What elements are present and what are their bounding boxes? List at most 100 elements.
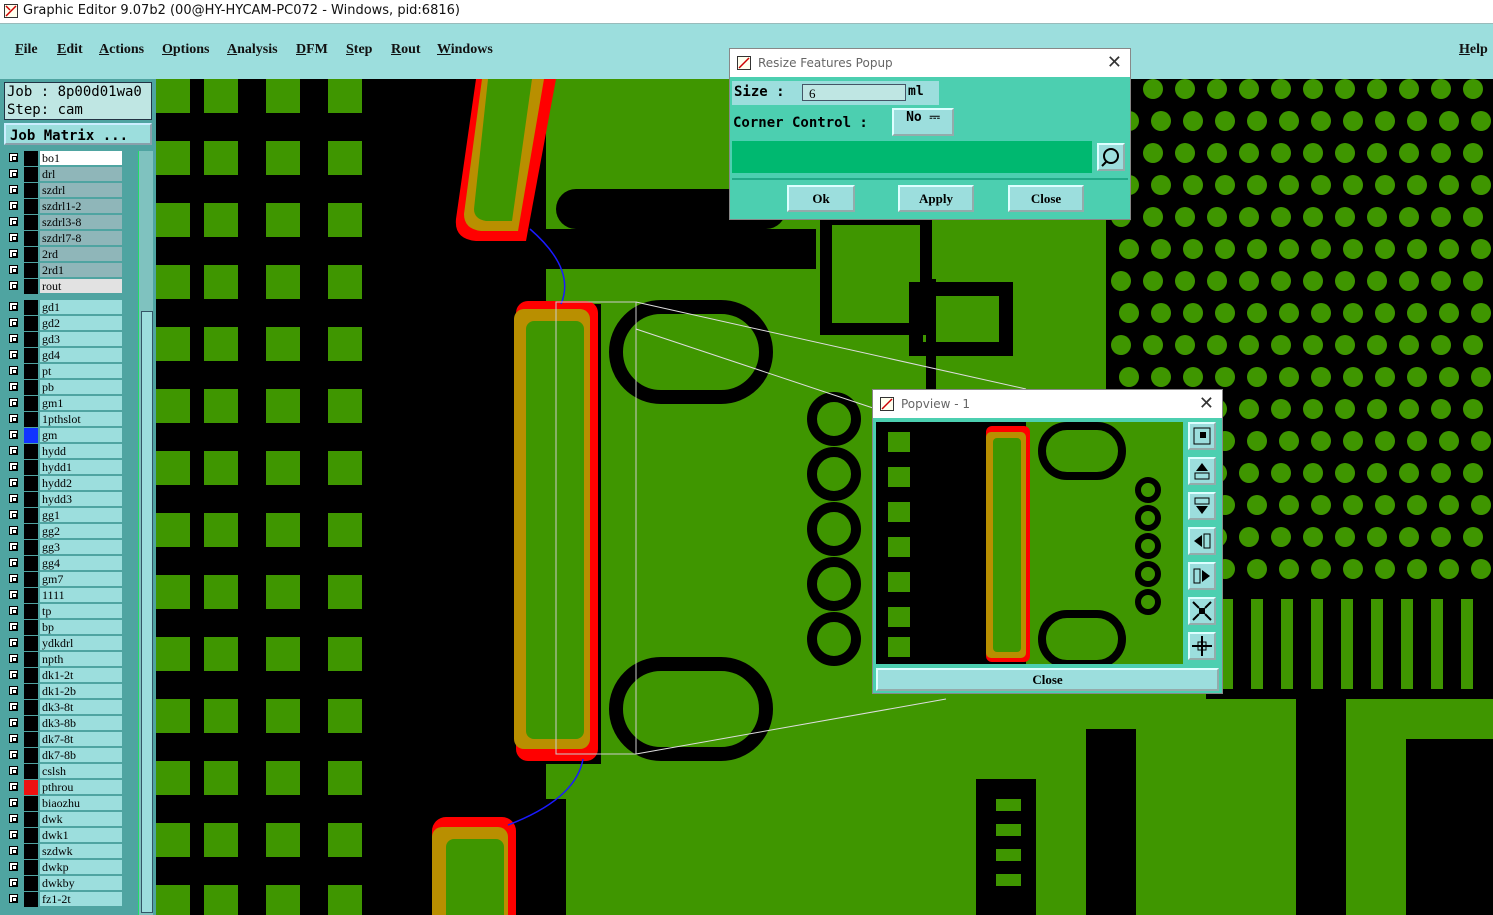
menu-file[interactable]: File [15, 42, 38, 58]
layer-checkbox[interactable] [9, 185, 18, 194]
layer-checkbox[interactable] [9, 169, 18, 178]
layer-name[interactable]: dk3-8t [40, 700, 122, 714]
layer-checkbox[interactable] [9, 638, 18, 647]
pan-up-icon[interactable] [1188, 457, 1216, 485]
layer-row[interactable]: 1111 [6, 588, 124, 603]
layer-list-scrollbar[interactable] [138, 151, 153, 915]
close-button[interactable]: Close [1008, 185, 1084, 212]
layer-name[interactable]: gg1 [40, 508, 122, 522]
layer-checkbox[interactable] [9, 281, 18, 290]
layer-row[interactable]: hydd1 [6, 460, 124, 475]
layer-row[interactable]: ydkdrl [6, 636, 124, 651]
layer-checkbox[interactable] [9, 734, 18, 743]
job-matrix-button[interactable]: Job Matrix ... [4, 123, 152, 145]
popview-close-button[interactable]: Close [876, 668, 1219, 691]
layer-checkbox[interactable] [9, 558, 18, 567]
layer-row[interactable]: bo1 [6, 151, 124, 166]
layer-row[interactable]: dwk [6, 812, 124, 827]
corner-control-select[interactable]: No ⎓ [892, 108, 954, 136]
layer-name[interactable]: szdrl7-8 [40, 231, 122, 245]
layer-name[interactable]: 1111 [40, 588, 122, 602]
pan-down-icon[interactable] [1188, 492, 1216, 520]
layer-checkbox[interactable] [9, 350, 18, 359]
layer-checkbox[interactable] [9, 894, 18, 903]
layer-row[interactable]: pb [6, 380, 124, 395]
menu-windows[interactable]: Windows [437, 42, 493, 58]
layer-row[interactable]: dwk1 [6, 828, 124, 843]
ok-button[interactable]: Ok [787, 185, 855, 212]
layer-checkbox[interactable] [9, 718, 18, 727]
layer-row[interactable]: gd2 [6, 316, 124, 331]
layer-checkbox[interactable] [9, 430, 18, 439]
zoom-out-icon[interactable] [1188, 632, 1216, 660]
layer-name[interactable]: drl [40, 167, 122, 181]
layer-row[interactable]: dk7-8t [6, 732, 124, 747]
layer-row[interactable]: gd3 [6, 332, 124, 347]
layer-checkbox[interactable] [9, 654, 18, 663]
layer-checkbox[interactable] [9, 686, 18, 695]
layer-name[interactable]: hydd2 [40, 476, 122, 490]
layer-checkbox[interactable] [9, 249, 18, 258]
zoom-fit-icon[interactable] [1188, 422, 1216, 450]
menu-analysis[interactable]: Analysis [227, 42, 278, 58]
layer-row[interactable]: szdrl1-2 [6, 199, 124, 214]
layer-checkbox[interactable] [9, 414, 18, 423]
layer-row[interactable]: 1pthslot [6, 412, 124, 427]
menu-edit[interactable]: Edit [57, 42, 83, 58]
layer-row[interactable]: gm [6, 428, 124, 443]
layer-name[interactable]: szdrl [40, 183, 122, 197]
layer-row[interactable]: gg1 [6, 508, 124, 523]
layer-name[interactable]: gm [40, 428, 122, 442]
layer-row[interactable]: hydd3 [6, 492, 124, 507]
magnifier-icon[interactable] [1097, 143, 1125, 171]
layer-name[interactable]: pthrou [40, 780, 122, 794]
layer-name[interactable]: 1pthslot [40, 412, 122, 426]
layer-name[interactable]: pb [40, 380, 122, 394]
layer-name[interactable]: hydd1 [40, 460, 122, 474]
layer-row[interactable]: dk3-8t [6, 700, 124, 715]
layer-row[interactable]: szdrl7-8 [6, 231, 124, 246]
layer-checkbox[interactable] [9, 862, 18, 871]
layer-checkbox[interactable] [9, 590, 18, 599]
layer-name[interactable]: bo1 [40, 151, 122, 165]
menu-help[interactable]: Help [1459, 42, 1488, 58]
layer-checkbox[interactable] [9, 382, 18, 391]
layer-row[interactable]: rout [6, 279, 124, 294]
layer-checkbox[interactable] [9, 478, 18, 487]
layer-checkbox[interactable] [9, 318, 18, 327]
layer-row[interactable]: gg2 [6, 524, 124, 539]
layer-checkbox[interactable] [9, 670, 18, 679]
layer-name[interactable]: gd3 [40, 332, 122, 346]
layer-name[interactable]: dk1-2b [40, 684, 122, 698]
layer-name[interactable]: fz1-2t [40, 892, 122, 906]
pan-left-icon[interactable] [1188, 527, 1216, 555]
layer-checkbox[interactable] [9, 446, 18, 455]
layer-row[interactable]: npth [6, 652, 124, 667]
close-icon[interactable]: ✕ [1199, 393, 1214, 414]
pan-right-icon[interactable] [1188, 562, 1216, 590]
menu-options[interactable]: Options [162, 42, 209, 58]
layer-name[interactable]: tp [40, 604, 122, 618]
layer-name[interactable]: dwkby [40, 876, 122, 890]
layer-row[interactable]: dk3-8b [6, 716, 124, 731]
layer-checkbox[interactable] [9, 606, 18, 615]
layer-name[interactable]: dk3-8b [40, 716, 122, 730]
layer-name[interactable]: npth [40, 652, 122, 666]
layer-name[interactable]: szdrl1-2 [40, 199, 122, 213]
layer-name[interactable]: gd1 [40, 300, 122, 314]
layer-name[interactable]: dwk [40, 812, 122, 826]
layer-name[interactable]: rout [40, 279, 122, 293]
layer-name[interactable]: gg3 [40, 540, 122, 554]
layer-checkbox[interactable] [9, 542, 18, 551]
layer-checkbox[interactable] [9, 830, 18, 839]
layer-name[interactable]: dk1-2t [40, 668, 122, 682]
popview-canvas[interactable] [876, 422, 1183, 664]
layer-row[interactable]: pthrou [6, 780, 124, 795]
layer-name[interactable]: gg2 [40, 524, 122, 538]
layer-row[interactable]: gg4 [6, 556, 124, 571]
layer-name[interactable]: 2rd [40, 247, 122, 261]
layer-name[interactable]: bp [40, 620, 122, 634]
layer-row[interactable]: 2rd1 [6, 263, 124, 278]
layer-name[interactable]: gm1 [40, 396, 122, 410]
layer-name[interactable]: gd4 [40, 348, 122, 362]
